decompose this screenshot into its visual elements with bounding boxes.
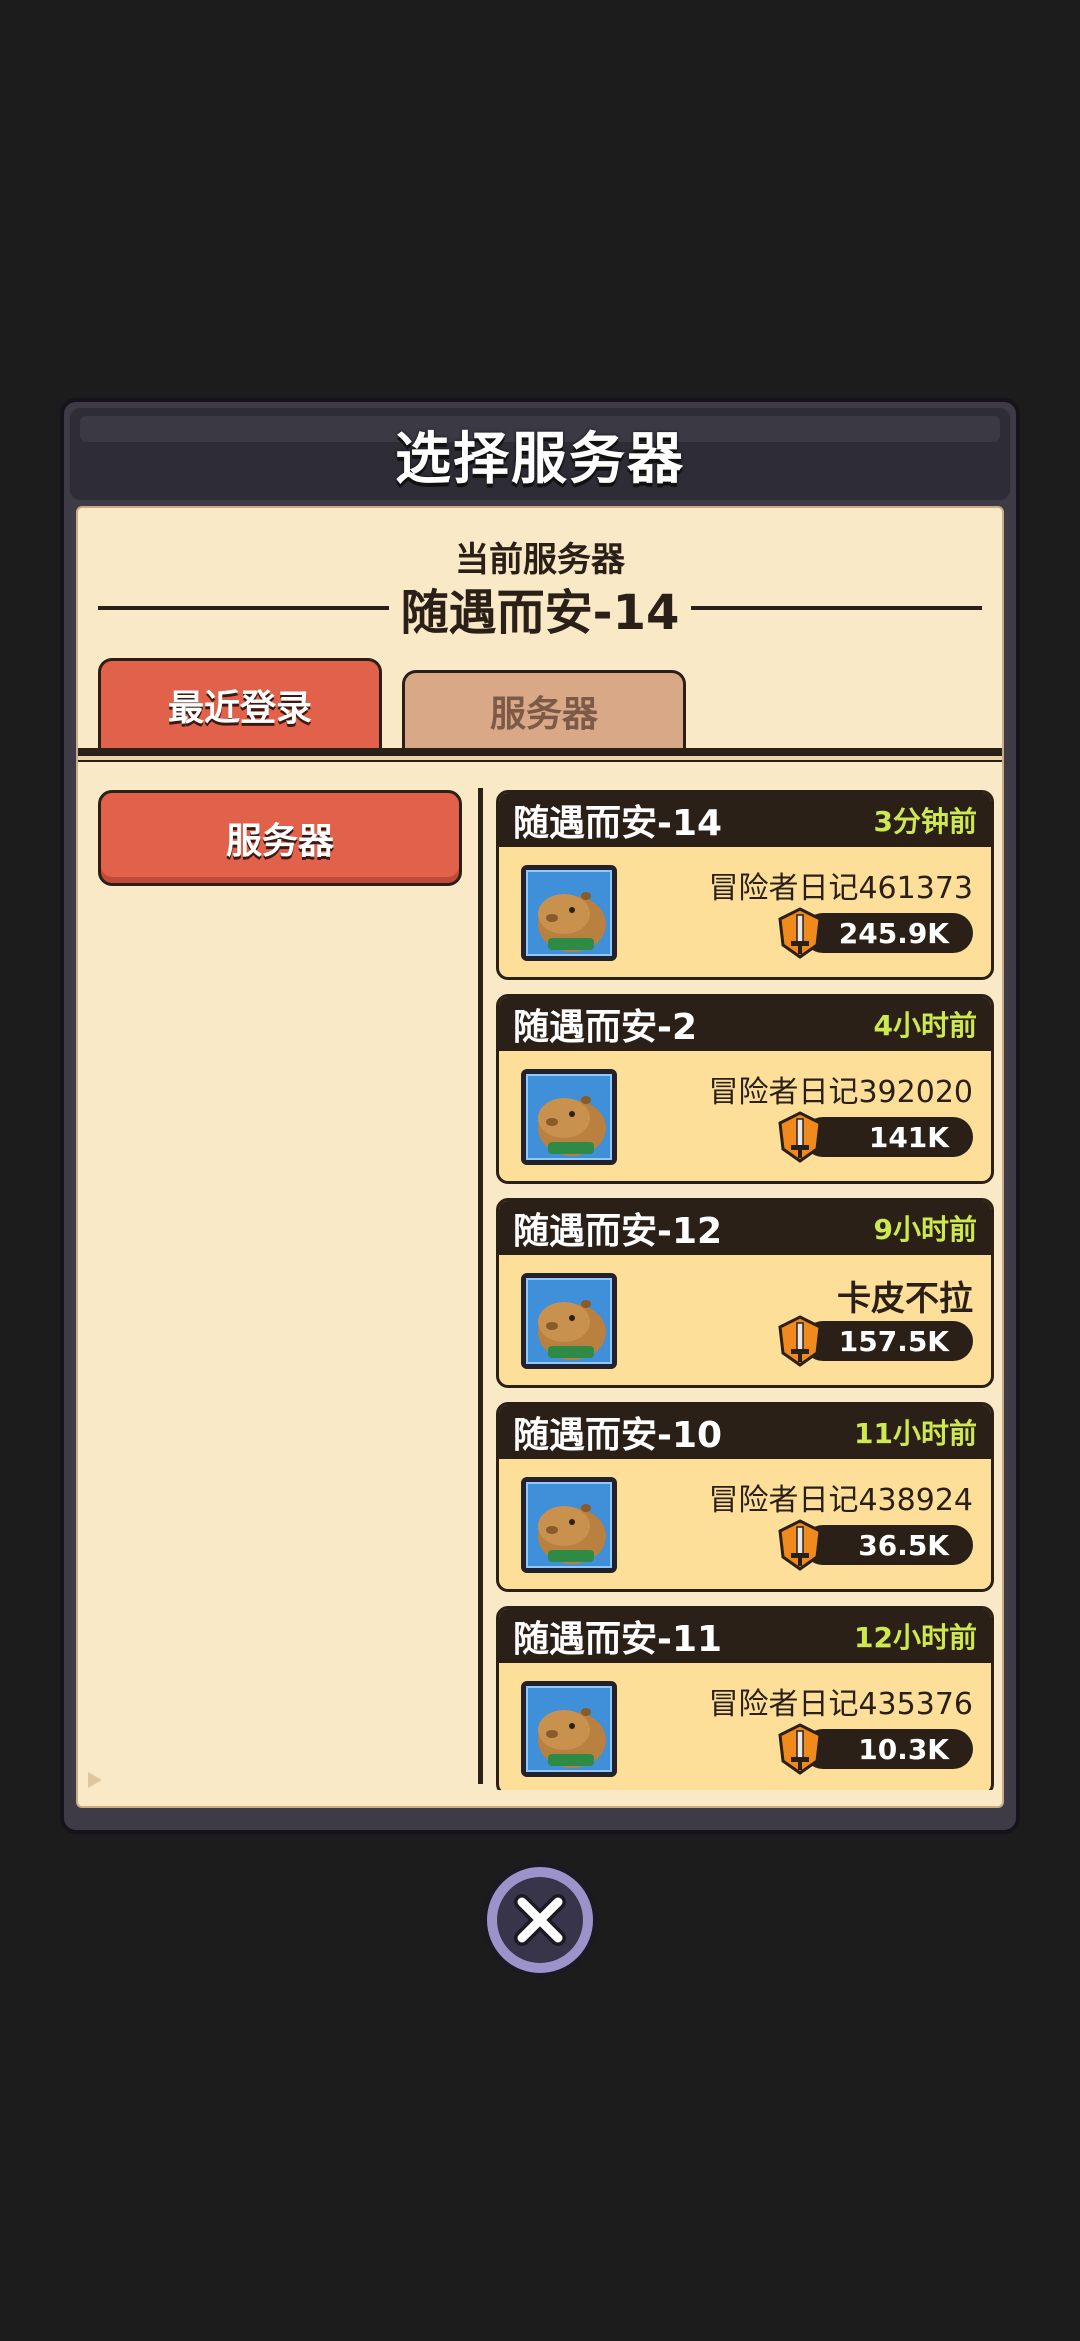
power-text: 141K: [868, 1120, 949, 1154]
sword-shield-icon: [778, 1519, 822, 1571]
server-select-dialog: 选择服务器 当前服务器 随遇而安-14 最近登录 服务器 服务器 随遇而安-14…: [60, 398, 1020, 1834]
sword-shield-icon: [778, 907, 822, 959]
sword-shield-icon: [778, 1111, 822, 1163]
sword-shield-icon: [778, 1315, 822, 1367]
last-login-time: 4小时前: [873, 1009, 977, 1042]
column-divider: [478, 788, 483, 1784]
sidebar-servers-button[interactable]: 服务器: [98, 790, 462, 886]
server-card[interactable]: 随遇而安-14 3分钟前 冒险者日记461373 245.9K: [496, 790, 994, 980]
player-name: 冒险者日记461373: [708, 871, 973, 906]
dialog-body: 当前服务器 随遇而安-14 最近登录 服务器 服务器 随遇而安-14 3分钟前 …: [76, 506, 1004, 1808]
server-card[interactable]: 随遇而安-12 9小时前 卡皮不拉 157.5K: [496, 1198, 994, 1388]
sword-shield-icon: [778, 1723, 822, 1775]
power-value: 157.5K: [803, 1321, 973, 1361]
capybara-avatar-icon: [521, 1069, 617, 1165]
server-card[interactable]: 随遇而安-2 4小时前 冒险者日记392020 141K: [496, 994, 994, 1184]
player-name: 冒险者日记435376: [708, 1687, 973, 1722]
player-name: 冒险者日记392020: [708, 1075, 973, 1110]
last-login-time: 3分钟前: [873, 805, 977, 838]
last-login-time: 11小时前: [854, 1417, 977, 1450]
server-name: 随遇而安-14: [513, 803, 723, 844]
server-card[interactable]: 随遇而安-11 12小时前 冒险者日记435376 10.3K: [496, 1606, 994, 1790]
power-text: 157.5K: [838, 1324, 949, 1358]
server-name: 随遇而安-10: [513, 1415, 723, 1456]
capybara-avatar-icon: [521, 1273, 617, 1369]
server-card-header: 随遇而安-14 3分钟前: [499, 793, 991, 847]
tab-divider: [78, 748, 1002, 762]
server-card-header: 随遇而安-2 4小时前: [499, 997, 991, 1051]
server-card[interactable]: 随遇而安-10 11小时前 冒险者日记438924 36.5K: [496, 1402, 994, 1592]
tab-recent-login-label: 最近登录: [167, 687, 312, 729]
capybara-avatar-icon: [521, 865, 617, 961]
current-server-name: 随遇而安-14: [400, 585, 680, 641]
dialog-title: 选择服务器: [395, 426, 685, 492]
server-name: 随遇而安-11: [513, 1619, 723, 1660]
server-card-header: 随遇而安-12 9小时前: [499, 1201, 991, 1255]
power-value: 141K: [803, 1117, 973, 1157]
power-text: 245.9K: [838, 916, 949, 950]
capybara-avatar-icon: [521, 1681, 617, 1777]
current-server-row: 随遇而安-14: [98, 578, 983, 641]
power-text: 10.3K: [858, 1732, 949, 1766]
close-icon: [514, 1894, 566, 1946]
server-card-header: 随遇而安-11 12小时前: [499, 1609, 991, 1663]
tab-servers[interactable]: 服务器: [402, 670, 686, 748]
power-value: 245.9K: [803, 913, 973, 953]
tab-recent-login[interactable]: 最近登录: [98, 658, 382, 748]
server-name: 随遇而安-2: [513, 1007, 697, 1048]
power-value: 36.5K: [803, 1525, 973, 1565]
server-name: 随遇而安-12: [513, 1211, 723, 1252]
power-value: 10.3K: [803, 1729, 973, 1769]
dialog-header: 选择服务器: [70, 408, 1010, 500]
power-text: 36.5K: [858, 1528, 949, 1562]
server-list[interactable]: 随遇而安-14 3分钟前 冒险者日记461373 245.9K 随遇而安-2 4…: [496, 790, 994, 1790]
close-button[interactable]: [482, 1862, 598, 1978]
tab-servers-label: 服务器: [489, 693, 598, 735]
server-card-header: 随遇而安-10 11小时前: [499, 1405, 991, 1459]
corner-decoration: [88, 1772, 102, 1788]
player-name: 冒险者日记438924: [708, 1483, 973, 1518]
last-login-time: 9小时前: [873, 1213, 977, 1246]
capybara-avatar-icon: [521, 1477, 617, 1573]
sidebar-servers-label: 服务器: [225, 821, 334, 862]
player-name: 卡皮不拉: [837, 1279, 973, 1319]
last-login-time: 12小时前: [854, 1621, 977, 1654]
